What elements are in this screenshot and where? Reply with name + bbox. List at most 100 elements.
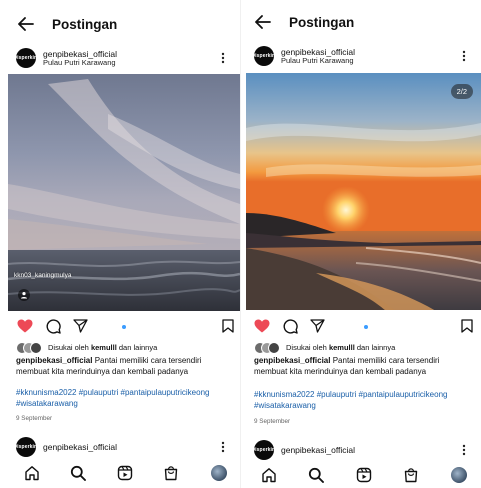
save-button[interactable] bbox=[219, 317, 237, 335]
right-screen: Postingan Disperkim genpibekasi_official… bbox=[241, 0, 481, 488]
hashtags[interactable]: #kknunisma2022 #pulauputri #pantaipulaup… bbox=[254, 390, 471, 412]
avatar-logo-text: Disperkim bbox=[251, 53, 277, 59]
photo-tag-label[interactable]: kkn03_kaningmulya bbox=[14, 272, 71, 279]
shop-icon bbox=[404, 468, 418, 483]
more-vertical-icon bbox=[221, 441, 225, 453]
top-bar: Postingan bbox=[241, 0, 481, 44]
location[interactable]: Pulau Putri Karawang bbox=[43, 58, 216, 67]
caption: genpibekasi_official Pantai memiliki car… bbox=[254, 356, 469, 378]
profile-avatar bbox=[211, 465, 227, 481]
nav-reels[interactable] bbox=[116, 464, 134, 482]
likes-suffix: dan lainnya bbox=[118, 342, 158, 352]
avatar[interactable]: Disperkim bbox=[251, 46, 277, 66]
reels-icon bbox=[117, 465, 133, 481]
post-photo[interactable]: kkn03_kaningmulya bbox=[8, 74, 240, 311]
post-date: 9 September bbox=[254, 418, 291, 425]
bookmark-icon bbox=[461, 319, 473, 333]
more-options-button[interactable] bbox=[457, 440, 471, 460]
avatar-logo-text: Disperkim bbox=[13, 444, 39, 450]
nav-home[interactable] bbox=[23, 464, 41, 482]
bottom-nav bbox=[0, 456, 240, 488]
nav-reels[interactable] bbox=[355, 466, 373, 484]
avatar-logo-text: Disperkim bbox=[251, 447, 277, 453]
carousel-indicator bbox=[122, 325, 126, 329]
page-title: Postingan bbox=[289, 14, 355, 30]
profile-avatar bbox=[451, 467, 467, 483]
hashtags[interactable]: #kknunisma2022 #pulauputri #pantaipulaup… bbox=[16, 388, 230, 410]
more-vertical-icon bbox=[462, 444, 466, 456]
caption-username[interactable]: genpibekasi_official bbox=[16, 356, 92, 365]
share-button[interactable] bbox=[71, 317, 89, 335]
likes-row[interactable]: Disukai oleh kemulll dan lainnya bbox=[241, 340, 481, 354]
likes-text: Disukai oleh kemulll dan lainnya bbox=[286, 343, 395, 352]
avatar-logo-text: Disperkim bbox=[13, 55, 39, 61]
liker-avatar bbox=[30, 342, 42, 354]
nav-home[interactable] bbox=[260, 466, 278, 484]
like-button[interactable] bbox=[253, 317, 271, 335]
post-photo[interactable]: 2/2 bbox=[246, 73, 481, 310]
liker-avatars bbox=[16, 342, 44, 354]
more-options-button[interactable] bbox=[216, 48, 230, 68]
username[interactable]: genpibekasi_official bbox=[281, 445, 457, 455]
likes-prefix: Disukai oleh bbox=[286, 342, 327, 352]
user-meta: genpibekasi_official bbox=[281, 445, 457, 455]
liker-avatar bbox=[268, 342, 280, 354]
save-button[interactable] bbox=[458, 317, 476, 335]
left-screen: Postingan Disperkim genpibekasi_official… bbox=[0, 0, 240, 488]
person-icon bbox=[21, 292, 27, 299]
avatar[interactable]: Disperkim bbox=[251, 440, 277, 460]
reels-icon bbox=[356, 467, 372, 483]
more-vertical-icon bbox=[221, 52, 225, 64]
post-header: Disperkim genpibekasi_official Pulau Put… bbox=[0, 41, 240, 75]
action-bar bbox=[0, 317, 240, 339]
back-button[interactable] bbox=[243, 0, 283, 44]
nav-profile[interactable] bbox=[210, 464, 228, 482]
heart-filled-icon bbox=[254, 319, 270, 333]
post-date: 9 September bbox=[16, 415, 53, 422]
carousel-counter: 2/2 bbox=[450, 84, 473, 99]
back-button[interactable] bbox=[6, 2, 46, 46]
liked-by-user[interactable]: kemulll bbox=[329, 343, 355, 352]
send-icon bbox=[72, 319, 88, 333]
more-options-button[interactable] bbox=[216, 437, 230, 457]
comment-button[interactable] bbox=[44, 317, 62, 335]
user-meta: genpibekasi_official Pulau Putri Karawan… bbox=[281, 47, 457, 65]
home-icon bbox=[25, 466, 39, 481]
search-icon bbox=[308, 467, 324, 483]
back-arrow-icon bbox=[18, 17, 34, 31]
sunset-beach-image bbox=[246, 73, 481, 310]
tagged-people-button[interactable] bbox=[18, 289, 30, 301]
home-icon bbox=[262, 468, 276, 483]
post-header: Disperkim genpibekasi_official Pulau Put… bbox=[241, 39, 481, 73]
location[interactable]: Pulau Putri Karawang bbox=[281, 56, 457, 65]
back-arrow-icon bbox=[255, 15, 271, 29]
nav-profile[interactable] bbox=[450, 466, 468, 484]
avatar[interactable]: Disperkim bbox=[13, 48, 39, 68]
nav-search[interactable] bbox=[307, 466, 325, 484]
username[interactable]: genpibekasi_official bbox=[43, 442, 216, 452]
heart-filled-icon bbox=[17, 319, 33, 333]
more-vertical-icon bbox=[462, 50, 466, 62]
search-icon bbox=[70, 465, 86, 481]
bookmark-icon bbox=[222, 319, 234, 333]
nav-shop[interactable] bbox=[162, 464, 180, 482]
share-button[interactable] bbox=[308, 317, 326, 335]
liker-avatars bbox=[254, 342, 282, 354]
bottom-nav bbox=[241, 458, 481, 488]
nav-shop[interactable] bbox=[402, 466, 420, 484]
user-meta: genpibekasi_official bbox=[43, 442, 216, 452]
likes-text: Disukai oleh kemulll dan lainnya bbox=[48, 343, 157, 352]
like-button[interactable] bbox=[16, 317, 34, 335]
comment-button[interactable] bbox=[281, 317, 299, 335]
liked-by-user[interactable]: kemulll bbox=[91, 343, 117, 352]
avatar[interactable]: Disperkim bbox=[13, 437, 39, 457]
send-icon bbox=[309, 319, 325, 333]
caption-username[interactable]: genpibekasi_official bbox=[254, 356, 330, 365]
action-bar bbox=[241, 317, 481, 339]
likes-prefix: Disukai oleh bbox=[48, 342, 89, 352]
likes-row[interactable]: Disukai oleh kemulll dan lainnya bbox=[0, 340, 240, 354]
user-meta: genpibekasi_official Pulau Putri Karawan… bbox=[43, 49, 216, 67]
more-options-button[interactable] bbox=[457, 46, 471, 66]
nav-search[interactable] bbox=[69, 464, 87, 482]
shop-icon bbox=[164, 466, 178, 481]
